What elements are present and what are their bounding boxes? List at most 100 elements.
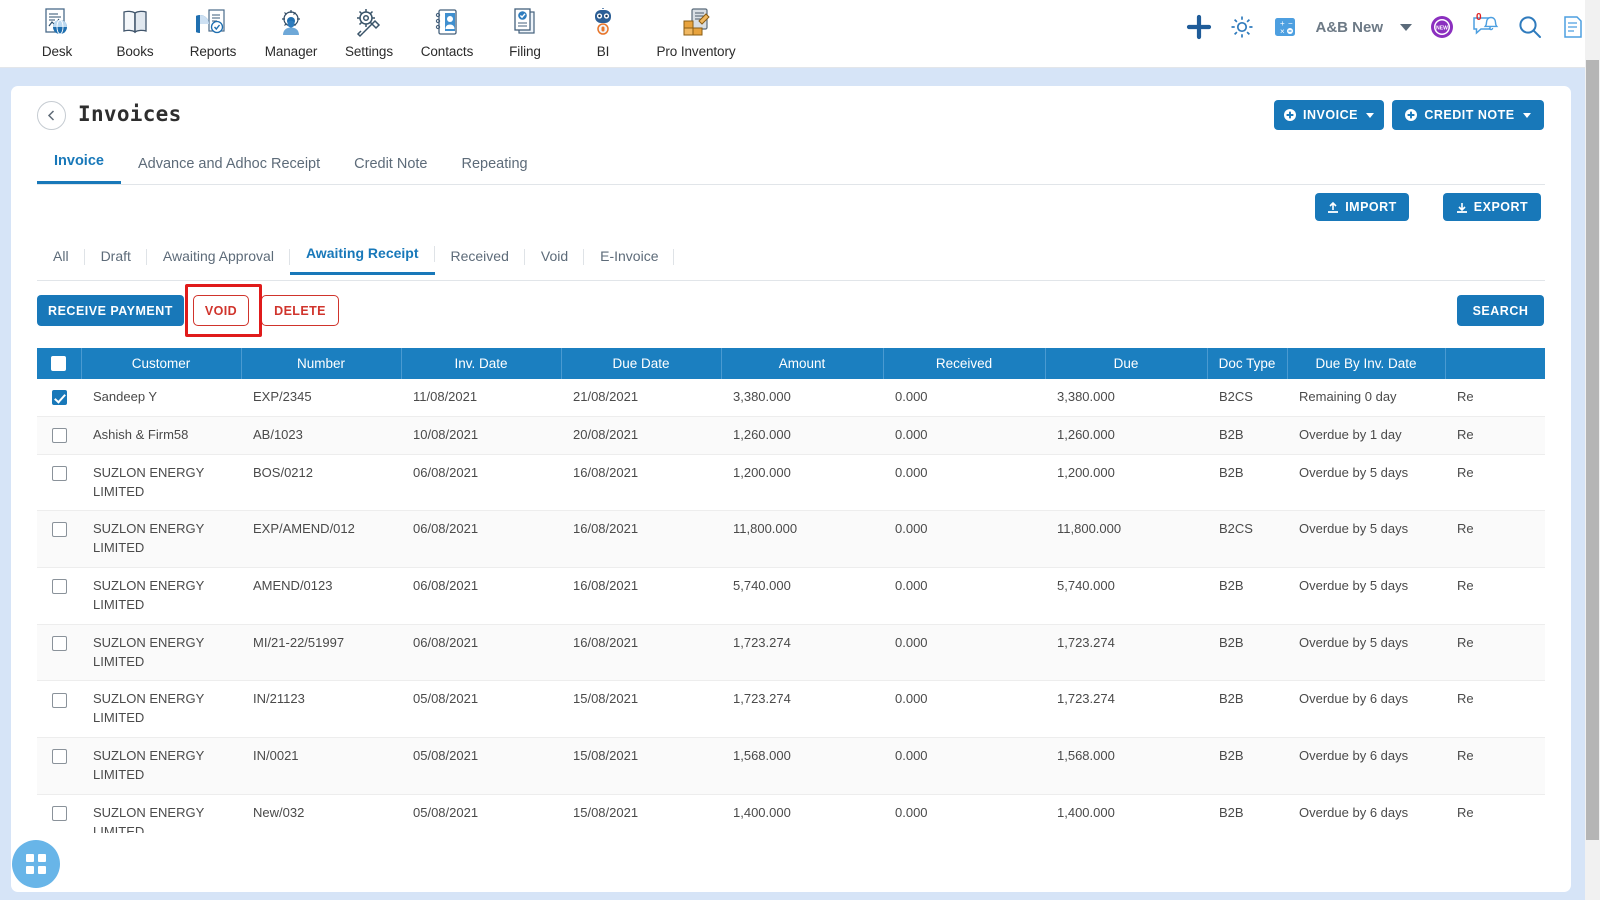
tabs-divider [37, 184, 1545, 185]
status-tab-awaiting-receipt[interactable]: Awaiting Receipt [289, 239, 435, 275]
search-button[interactable]: SEARCH [1457, 295, 1544, 326]
column-header-doc-type[interactable]: Doc Type [1207, 348, 1288, 379]
status-tab-void[interactable]: Void [525, 242, 585, 275]
cell-inv-date: 10/08/2021 [401, 416, 561, 455]
nav-item-bi[interactable]: BI [564, 0, 642, 59]
table-row[interactable]: SUZLON ENERGY LIMITED AMEND/0123 06/08/202… [37, 567, 1545, 625]
select-all-header[interactable] [37, 348, 82, 379]
row-checkbox[interactable] [51, 579, 67, 595]
tab-advance-and-adhoc-receipt[interactable]: Advance and Adhoc Receipt [121, 148, 337, 184]
nav-item-filing[interactable]: Filing [486, 0, 564, 59]
tab-repeating[interactable]: Repeating [445, 148, 545, 184]
cell-amount: 11,800.000 [721, 510, 883, 569]
svg-text:×: × [1280, 27, 1285, 36]
gear-icon[interactable] [1229, 14, 1255, 40]
new-invoice-button[interactable]: INVOICE [1274, 100, 1384, 130]
download-icon [1456, 201, 1468, 214]
column-header-customer[interactable]: Customer [81, 348, 242, 379]
status-tab-received[interactable]: Received [435, 242, 525, 275]
select-all-checkbox[interactable] [51, 356, 67, 372]
cell-doc-type: B2B [1207, 680, 1287, 739]
status-tab-awaiting-approval[interactable]: Awaiting Approval [147, 242, 290, 275]
row-checkbox[interactable] [51, 390, 67, 406]
table-row[interactable]: SUZLON ENERGY LIMITED New/032 05/08/2021 15… [37, 794, 1545, 833]
nav-item-contacts[interactable]: Contacts [408, 0, 486, 59]
nav-item-manager[interactable]: Manager [252, 0, 330, 59]
row-select-cell[interactable] [37, 737, 81, 795]
column-header-due[interactable]: Due [1045, 348, 1208, 379]
cell-inv-date: 06/08/2021 [401, 624, 561, 682]
row-select-cell[interactable] [37, 794, 81, 833]
tab-credit-note[interactable]: Credit Note [337, 148, 444, 184]
cell-overflow: Re [1445, 794, 1545, 833]
table-row[interactable]: SUZLON ENERGY LIMITED IN/0021 05/08/2021 15… [37, 737, 1545, 795]
row-checkbox[interactable] [51, 427, 67, 443]
cell-inv-date: 06/08/2021 [401, 510, 561, 569]
delete-button[interactable]: DELETE [261, 295, 339, 326]
status-tab-draft[interactable]: Draft [85, 242, 147, 275]
new-credit-note-button[interactable]: CREDIT NOTE [1392, 100, 1544, 130]
column-header-number[interactable]: Number [241, 348, 402, 379]
row-select-cell[interactable] [37, 624, 81, 682]
page-vertical-scrollbar[interactable] [1585, 0, 1600, 900]
row-checkbox[interactable] [51, 635, 67, 651]
column-header-amount[interactable]: Amount [721, 348, 884, 379]
row-checkbox[interactable] [51, 692, 67, 708]
calculator-icon[interactable]: + − × [1272, 14, 1298, 40]
status-tab-e-invoice[interactable]: E-Invoice [584, 242, 675, 275]
table-row[interactable]: SUZLON ENERGY LIMITED EXP/AMEND/012 06/08/… [37, 510, 1545, 569]
nav-item-books[interactable]: Books [96, 0, 174, 59]
invoice-table-container[interactable]: Customer Number Inv. Date Due Date Amoun… [37, 348, 1545, 833]
void-button[interactable]: VOID [193, 295, 249, 326]
tab-label: Credit Note [354, 156, 428, 172]
nav-item-settings[interactable]: Settings [330, 0, 408, 59]
row-checkbox[interactable] [51, 522, 67, 538]
nav-item-pro-inventory[interactable]: Pro Inventory [642, 0, 750, 59]
column-header-due-date[interactable]: Due Date [561, 348, 722, 379]
row-checkbox[interactable] [51, 465, 67, 481]
cell-amount: 1,400.000 [721, 794, 883, 833]
table-row[interactable]: SUZLON ENERGY LIMITED BOS/0212 06/08/2021 1… [37, 454, 1545, 512]
search-icon[interactable] [1517, 14, 1543, 40]
import-button[interactable]: IMPORT [1315, 193, 1409, 221]
row-checkbox[interactable] [51, 805, 67, 821]
new-badge-icon[interactable]: NEW [1429, 14, 1455, 40]
back-button[interactable] [37, 101, 66, 130]
cell-due-date: 16/08/2021 [561, 454, 721, 512]
chat-notification-icon[interactable]: 0 [1472, 12, 1500, 40]
nav-item-reports[interactable]: Reports [174, 0, 252, 59]
row-select-cell[interactable] [37, 510, 81, 569]
card-header: Invoices INVOICE CREDIT NOTE [11, 86, 1571, 146]
receive-payment-button[interactable]: RECEIVE PAYMENT [37, 295, 184, 326]
column-header-inv-date[interactable]: Inv. Date [401, 348, 562, 379]
table-row[interactable]: Sandeep Y EXP/2345 11/08/2021 21/08/2021 3,3… [37, 379, 1545, 417]
row-select-cell[interactable] [37, 680, 81, 739]
cell-amount: 3,380.000 [721, 379, 883, 417]
nav-item-desk[interactable]: Desk [18, 0, 96, 59]
table-row[interactable]: SUZLON ENERGY LIMITED MI/21-22/51997 06/08… [37, 624, 1545, 682]
tab-invoice[interactable]: Invoice [37, 145, 121, 184]
apps-fab-button[interactable] [12, 840, 60, 888]
column-header-due-by-inv-date[interactable]: Due By Inv. Date [1287, 348, 1446, 379]
vertical-scrollbar-thumb[interactable] [1586, 60, 1599, 840]
table-row[interactable]: SUZLON ENERGY LIMITED IN/21123 05/08/2021 1… [37, 680, 1545, 739]
cell-doc-type: B2B [1207, 737, 1287, 795]
organization-name[interactable]: A&B New [1315, 19, 1383, 36]
row-select-cell[interactable] [37, 454, 81, 512]
row-select-cell[interactable] [37, 567, 81, 625]
cell-number: BOS/0212 [241, 454, 401, 512]
org-dropdown-caret-icon[interactable] [1400, 23, 1412, 31]
table-row[interactable]: Ashish & Firm58 AB/1023 10/08/2021 20/08/20… [37, 416, 1545, 455]
document-icon[interactable] [1560, 14, 1586, 40]
plus-icon[interactable] [1186, 14, 1212, 40]
export-button[interactable]: EXPORT [1443, 193, 1541, 221]
cell-received: 0.000 [883, 737, 1045, 795]
column-header-overflow[interactable] [1445, 348, 1545, 379]
row-select-cell[interactable] [37, 379, 81, 417]
status-tab-all[interactable]: All [37, 242, 85, 275]
row-checkbox[interactable] [51, 749, 67, 765]
row-select-cell[interactable] [37, 416, 81, 455]
column-header-received[interactable]: Received [883, 348, 1046, 379]
grid-apps-icon [26, 854, 46, 874]
cell-overflow: Re [1445, 379, 1545, 417]
